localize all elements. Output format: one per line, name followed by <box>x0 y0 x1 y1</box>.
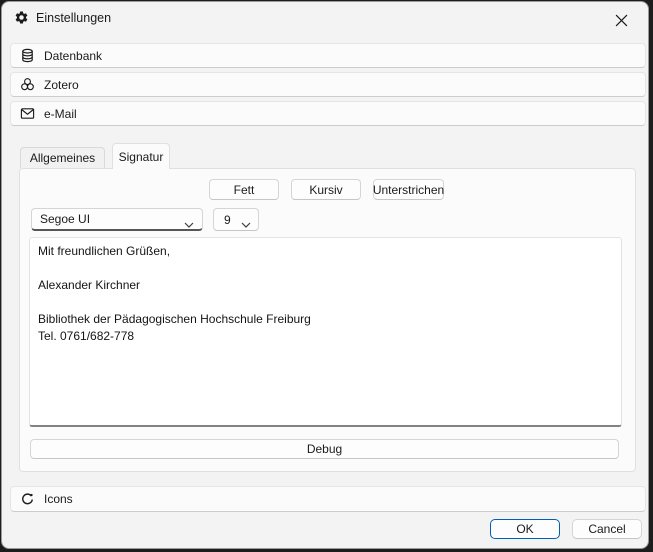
section-label: Datenbank <box>44 49 102 63</box>
close-icon <box>615 14 628 27</box>
bold-button[interactable]: Fett <box>209 179 279 200</box>
close-button[interactable] <box>602 7 640 33</box>
font-size-value: 9 <box>224 213 231 227</box>
section-header-datenbank[interactable]: Datenbank <box>10 43 646 68</box>
section-label: Icons <box>44 492 73 506</box>
chevron-down-icon <box>184 217 194 231</box>
settings-dialog: Einstellungen Datenbank Zotero e-Mail Al… <box>1 1 649 549</box>
font-family-combobox[interactable]: Segoe UI <box>31 208 203 231</box>
section-header-email[interactable]: e-Mail <box>10 101 646 126</box>
section-label: Zotero <box>44 78 79 92</box>
tab-allgemeines[interactable]: Allgemeines <box>20 147 105 168</box>
font-size-combobox[interactable]: 9 <box>213 208 259 231</box>
window-title: Einstellungen <box>36 11 111 25</box>
database-icon <box>19 48 35 64</box>
section-header-icons[interactable]: Icons <box>10 486 646 512</box>
signature-textarea[interactable]: Mit freundlichen Grüßen, Alexander Kirch… <box>29 237 622 427</box>
underline-button[interactable]: Unterstrichen <box>373 179 444 200</box>
tab-signatur[interactable]: Signatur <box>112 143 170 169</box>
mail-icon <box>19 106 35 122</box>
chevron-down-icon <box>241 217 251 231</box>
titlebar: Einstellungen <box>2 2 648 42</box>
tab-label: Allgemeines <box>30 151 95 165</box>
gear-icon <box>14 10 29 25</box>
debug-button[interactable]: Debug <box>30 439 619 459</box>
ok-button[interactable]: OK <box>490 519 560 539</box>
font-family-value: Segoe UI <box>40 212 90 226</box>
tab-label: Signatur <box>119 150 164 164</box>
refresh-icon <box>19 491 35 507</box>
italic-button[interactable]: Kursiv <box>291 179 361 200</box>
cancel-button[interactable]: Cancel <box>572 519 642 539</box>
zotero-icon <box>19 77 35 93</box>
section-label: e-Mail <box>44 107 77 121</box>
section-header-zotero[interactable]: Zotero <box>10 72 646 97</box>
